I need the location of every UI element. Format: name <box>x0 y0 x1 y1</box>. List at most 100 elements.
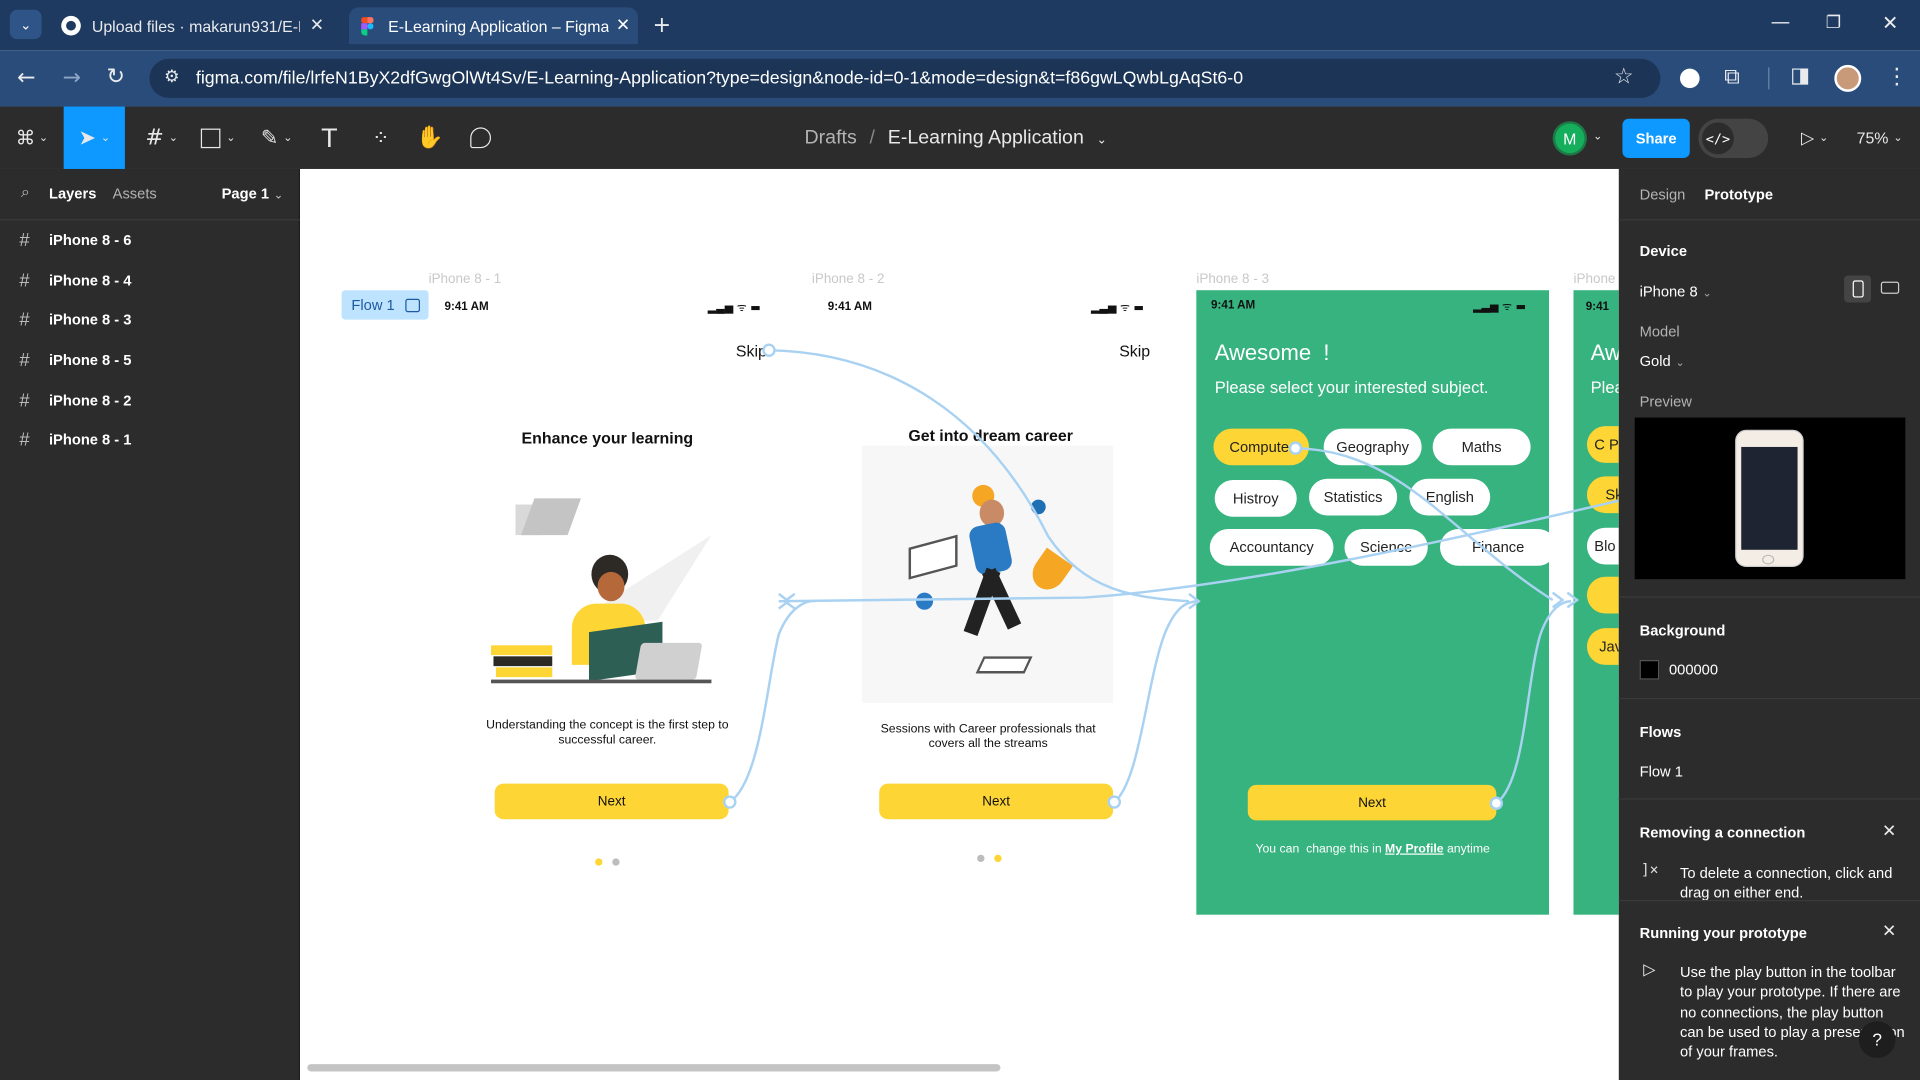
subject-chip[interactable]: Blo <box>1586 527 1619 565</box>
device-select[interactable]: iPhone 8 ⌄ <box>1640 283 1712 300</box>
new-tab-icon[interactable]: + <box>653 14 671 37</box>
subject-chip[interactable]: Sk <box>1586 476 1619 514</box>
layer-item[interactable]: # iPhone 8 - 5 <box>0 340 300 379</box>
back-icon[interactable]: ← <box>17 67 35 89</box>
subject-chip[interactable]: Maths <box>1432 428 1531 466</box>
site-settings-icon[interactable]: ⚙ <box>164 69 179 86</box>
my-profile-link[interactable]: My Profile <box>1385 842 1444 855</box>
pen-tool-button[interactable]: ✎ ⌄ <box>252 107 301 169</box>
frame-label[interactable]: iPhone 8 - 1 <box>429 272 502 287</box>
close-icon[interactable]: ✕ <box>616 16 630 36</box>
flow-start-badge[interactable]: Flow 1 <box>341 290 429 320</box>
reading-student-illustration <box>491 486 718 694</box>
text-tool-button[interactable]: T <box>311 107 348 169</box>
flow-item[interactable]: Flow 1 <box>1640 763 1683 780</box>
tab-search-button[interactable]: ⌄ <box>9 9 42 40</box>
design-canvas[interactable]: iPhone 8 - 1 iPhone 8 - 2 iPhone 8 - 3 i… <box>301 168 1619 1080</box>
menu-dots-icon[interactable]: ⋮ <box>1886 66 1908 88</box>
subject-chip[interactable]: Finance <box>1440 528 1549 566</box>
url-field[interactable]: ⚙ figma.com/file/lrfeN1ByX2dfGwgOlWt4Sv/… <box>149 58 1661 98</box>
page-selector[interactable]: Page 1 ⌄ <box>222 185 284 202</box>
help-button[interactable]: ? <box>1858 1021 1896 1058</box>
user-avatar[interactable]: M <box>1555 123 1585 154</box>
breadcrumb: Drafts / E-Learning Application ⌄ <box>804 127 1106 149</box>
disconnect-icon: ]× <box>1640 860 1659 878</box>
dev-mode-toggle[interactable]: </> <box>1698 118 1769 158</box>
shape-tool-button[interactable]: ⌄ <box>193 107 242 169</box>
chevron-down-icon[interactable]: ⌄ <box>1097 133 1107 146</box>
close-icon[interactable]: ✕ <box>1882 823 1896 840</box>
subject-chip[interactable]: Compute <box>1213 428 1309 466</box>
reload-icon[interactable]: ↻ <box>107 66 125 88</box>
next-button[interactable]: Next <box>879 783 1114 820</box>
layer-item[interactable]: # iPhone 8 - 2 <box>0 381 300 420</box>
profile-avatar[interactable] <box>1834 64 1862 92</box>
subject-chip[interactable]: Science <box>1344 528 1428 566</box>
close-icon[interactable]: ✕ <box>310 16 324 36</box>
screen-onboarding-2[interactable]: 9:41 AM ▂▃▅ ᯤ ▬ Skip Get into dream care… <box>813 290 1169 915</box>
screen-body: Sessions with Career professionals that … <box>880 722 1096 751</box>
tab-design[interactable]: Design <box>1640 186 1686 203</box>
subject-chip[interactable]: Histroy <box>1214 480 1297 517</box>
forward-icon[interactable]: → <box>62 67 80 89</box>
frame-label[interactable]: iPhone 8 - 3 <box>1196 272 1269 287</box>
close-window-icon[interactable]: ✕ <box>1882 13 1898 33</box>
restore-icon[interactable]: ❐ <box>1826 15 1841 32</box>
subject-chip[interactable]: Statistics <box>1308 478 1398 516</box>
background-hex[interactable]: 000000 <box>1669 661 1718 678</box>
background-swatch[interactable] <box>1639 660 1660 680</box>
present-button[interactable]: ▷ ⌄ <box>1793 107 1837 169</box>
frame-label[interactable]: iPhone 8 - 2 <box>812 272 885 287</box>
tab-assets[interactable]: Assets <box>113 185 157 202</box>
main-menu-button[interactable]: ⌘ ⌄ <box>7 107 56 169</box>
figma-toolbar: ⌘ ⌄ ➤ ⌄ # ⌄ ⌄ ✎ ⌄ T ⁘ ✋ Drafts / E-Learning … <box>0 106 1920 169</box>
frame-tool-button[interactable]: # ⌄ <box>137 107 186 169</box>
screen-select-subject[interactable]: 9:41 AM ▂▃▅ ᯤ ▬ Awesome ! Please select … <box>1196 290 1549 915</box>
zoom-menu[interactable]: 75% ⌄ <box>1851 107 1907 169</box>
chevron-down-icon[interactable]: ⌄ <box>1593 132 1602 143</box>
layer-item[interactable]: # iPhone 8 - 4 <box>0 261 300 300</box>
extensions-puzzle-icon[interactable]: ⧉ <box>1724 66 1740 88</box>
resources-button[interactable]: ⁘ <box>362 107 399 169</box>
layer-item[interactable]: # iPhone 8 - 6 <box>0 220 300 259</box>
extension-icon[interactable] <box>1680 68 1700 89</box>
subject-chip[interactable]: Geography <box>1323 428 1422 466</box>
subject-chip[interactable]: English <box>1409 478 1491 516</box>
subject-chip[interactable]: Accountancy <box>1209 528 1334 566</box>
device-preview <box>1634 417 1906 580</box>
tab-prototype[interactable]: Prototype <box>1705 186 1774 203</box>
layer-item[interactable]: # iPhone 8 - 1 <box>0 420 300 459</box>
subject-chip[interactable]: Jav <box>1586 628 1619 665</box>
comment-tool-button[interactable] <box>462 107 499 169</box>
frame-label[interactable]: iPhone <box>1573 272 1615 287</box>
subject-chip[interactable]: C P <box>1586 426 1619 463</box>
frame-icon: # <box>19 429 30 451</box>
tab-layers[interactable]: Layers <box>49 185 96 202</box>
frame-icon: # <box>19 270 30 291</box>
search-icon[interactable]: ⌕ <box>21 185 30 201</box>
canvas-horizontal-scrollbar[interactable] <box>307 1064 1001 1072</box>
screen-title: Awesome ! <box>1214 340 1330 365</box>
portrait-orientation-button[interactable] <box>1844 275 1872 303</box>
model-select[interactable]: Gold ⌄ <box>1640 353 1685 370</box>
landscape-orientation-button[interactable] <box>1880 281 1900 294</box>
file-name[interactable]: E-Learning Application <box>888 127 1084 148</box>
screen-partial[interactable]: 9:41 Aw Plea C P Sk Blo Jav <box>1573 290 1619 915</box>
hand-tool-button[interactable]: ✋ <box>411 107 448 169</box>
minimize-icon[interactable]: — <box>1771 12 1791 32</box>
layer-item[interactable]: # iPhone 8 - 3 <box>0 300 300 339</box>
subject-chip[interactable] <box>1586 576 1619 614</box>
bookmark-star-icon[interactable]: ☆ <box>1614 66 1634 88</box>
close-icon[interactable]: ✕ <box>1882 923 1896 940</box>
tab-figma[interactable]: E-Learning Application – Figma ✕ <box>348 7 638 45</box>
next-button[interactable]: Next <box>1247 784 1497 821</box>
next-button[interactable]: Next <box>494 783 729 820</box>
share-button[interactable]: Share <box>1622 118 1690 158</box>
skip-link[interactable]: Skip <box>736 342 767 360</box>
tab-github[interactable]: Upload files · makarun931/E-Le ✕ <box>49 7 343 44</box>
move-tool-button[interactable]: ➤ ⌄ <box>63 106 125 169</box>
screen-onboarding-1[interactable]: 9:41 AM ▂▃▅ ᯤ ▬ Skip Enhance your learni… <box>429 290 785 915</box>
skip-link[interactable]: Skip <box>1119 342 1150 360</box>
breadcrumb-drafts[interactable]: Drafts <box>804 127 856 148</box>
side-panel-icon[interactable]: ◨ <box>1790 66 1810 87</box>
